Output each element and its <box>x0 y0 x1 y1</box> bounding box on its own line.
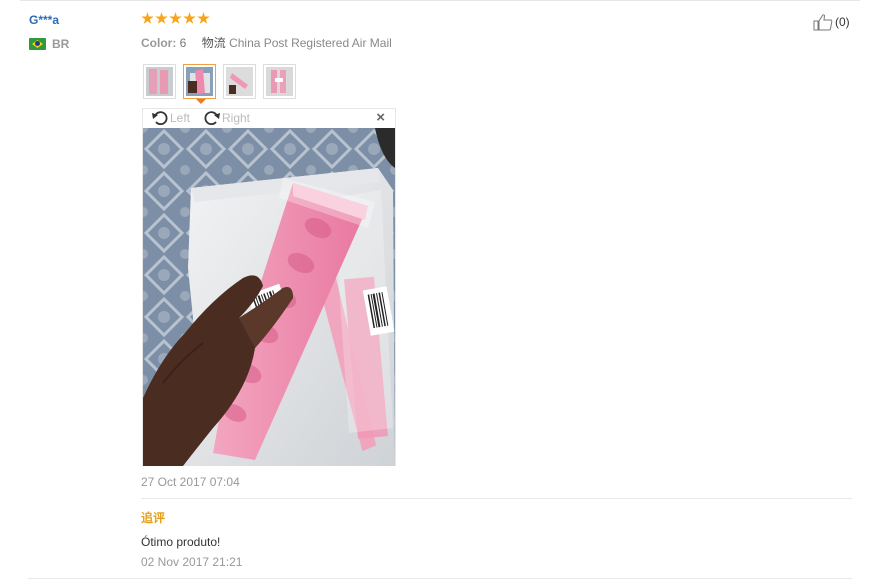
photo-thumbnail-selected[interactable] <box>183 64 216 104</box>
brazil-flag-icon <box>29 38 46 50</box>
shipping-label: 物流 <box>201 36 226 50</box>
order-info: Color: 6 物流 China Post Registered Air Ma… <box>141 34 392 51</box>
followup-divider <box>141 498 852 499</box>
followup-date: 02 Nov 2017 21:21 <box>141 555 243 569</box>
rotate-right-label: Right <box>222 111 251 125</box>
photo-thumbnail[interactable] <box>263 64 296 99</box>
color-value: 6 <box>179 36 187 50</box>
helpful-button[interactable]: (0) <box>813 13 850 31</box>
followup-title: 追评 <box>141 511 166 525</box>
star-icon <box>197 12 210 24</box>
close-icon[interactable]: × <box>376 110 385 125</box>
reviewer-name[interactable]: G***a <box>29 13 59 27</box>
bottom-divider <box>28 578 852 579</box>
star-icon <box>141 12 154 24</box>
top-divider <box>20 0 860 1</box>
thumbs-up-icon <box>813 14 833 31</box>
rotate-left-icon <box>152 111 168 126</box>
photo-viewer-toolbar: Left Right × <box>143 109 395 128</box>
photo-viewer: Left Right × <box>142 108 396 466</box>
helpful-count: (0) <box>835 15 850 29</box>
color-label: Color: <box>141 36 177 50</box>
photo-thumbnail[interactable] <box>143 64 176 99</box>
star-rating <box>141 12 210 25</box>
rotate-left-button[interactable]: Left <box>151 110 190 126</box>
photo-thumbnails <box>143 64 296 104</box>
review-photo <box>143 128 395 466</box>
rotate-right-button[interactable]: Right <box>203 110 250 126</box>
star-icon <box>169 12 182 24</box>
rotate-left-label: Left <box>170 111 191 125</box>
star-icon <box>183 12 196 24</box>
rotate-right-icon <box>204 111 220 126</box>
review-date: 27 Oct 2017 07:04 <box>141 475 240 489</box>
followup-text: Ótimo produto! <box>141 535 221 549</box>
country-code: BR <box>52 37 70 51</box>
shipping-value: China Post Registered Air Mail <box>229 36 392 50</box>
star-icon <box>155 12 168 24</box>
photo-thumbnail[interactable] <box>223 64 256 99</box>
reviewer-country: BR <box>29 37 69 51</box>
